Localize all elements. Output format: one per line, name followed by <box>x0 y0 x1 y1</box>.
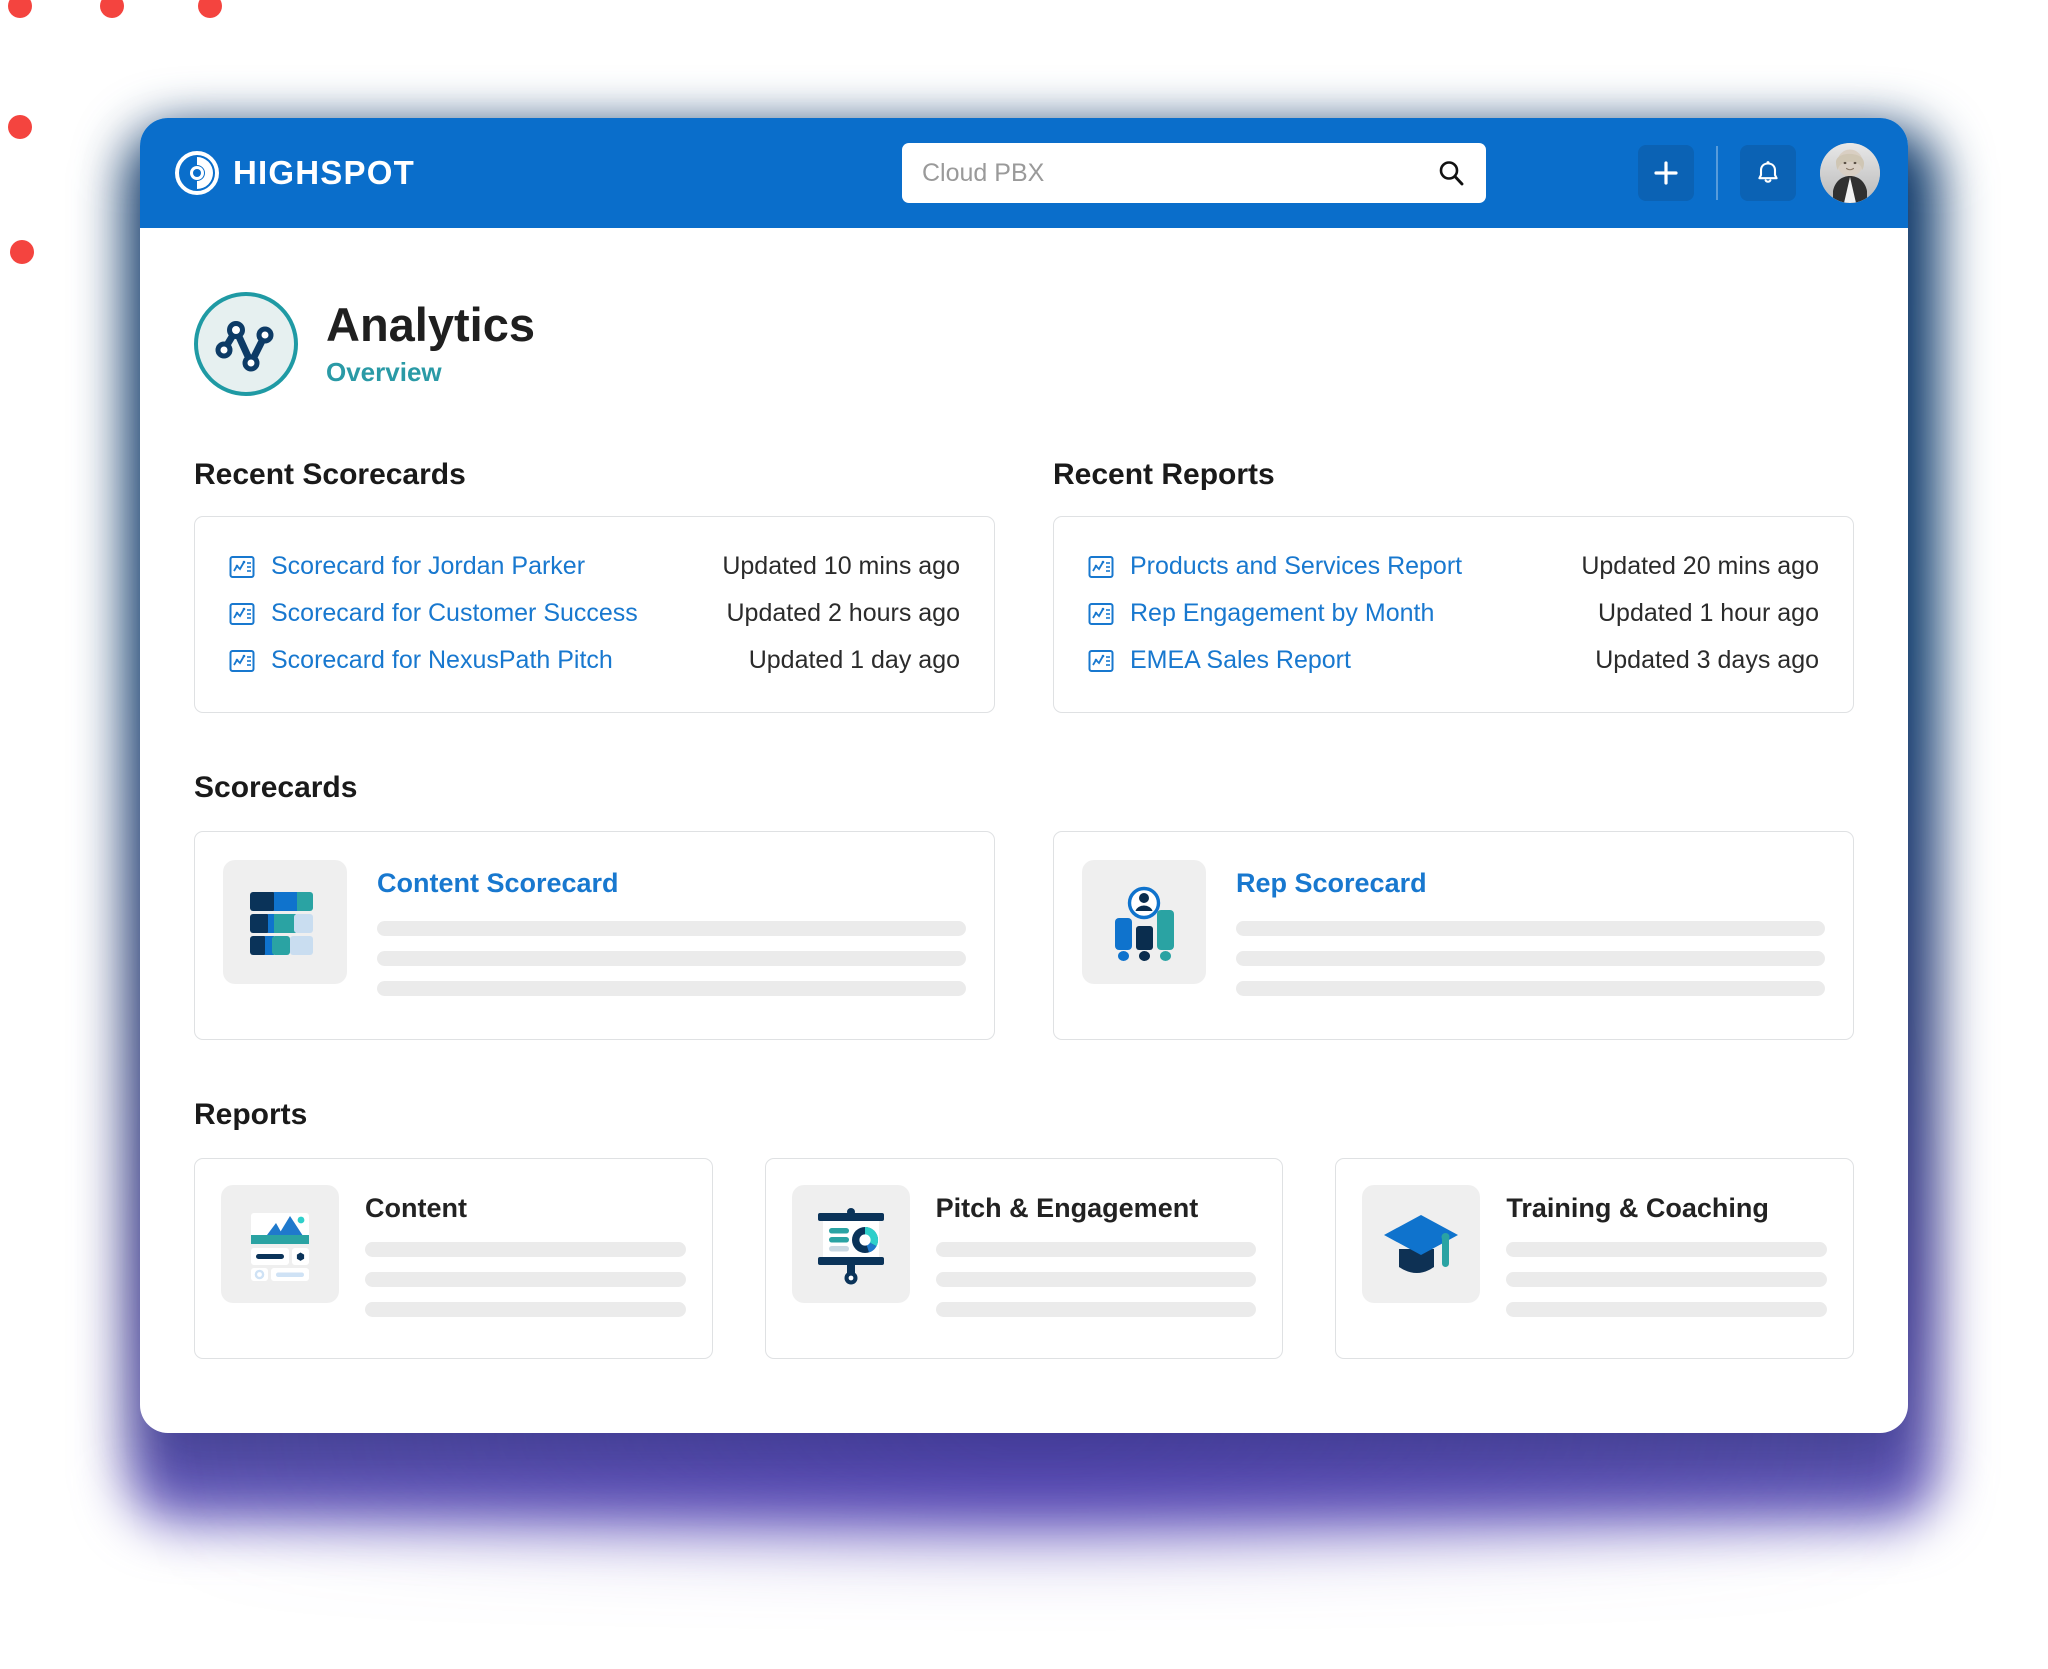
card-title: Content Scorecard <box>377 868 966 899</box>
app-window: HIGHSPOT <box>140 118 1908 1433</box>
card-content-scorecard[interactable]: Content Scorecard <box>194 831 995 1040</box>
list-item[interactable]: EMEA Sales Report Updated 3 days ago <box>1088 637 1819 684</box>
analytics-line-chart-icon <box>194 292 298 396</box>
list-item-link[interactable]: Scorecard for Customer Success <box>271 599 638 628</box>
page-subtitle: Overview <box>326 357 535 388</box>
page-title: Analytics <box>326 300 535 351</box>
decorative-dot <box>100 0 124 18</box>
top-navigation-bar: HIGHSPOT <box>140 118 1908 228</box>
placeholder-line <box>365 1302 686 1317</box>
placeholder-line <box>365 1242 686 1257</box>
scorecard-chart-icon <box>229 554 255 580</box>
scorecard-chart-icon <box>229 601 255 627</box>
card-title: Training & Coaching <box>1506 1193 1827 1224</box>
list-item-link[interactable]: Products and Services Report <box>1130 552 1462 581</box>
user-avatar[interactable] <box>1820 143 1880 203</box>
list-item[interactable]: Scorecard for NexusPath Pitch Updated 1 … <box>229 637 960 684</box>
list-item-meta: Updated 3 days ago <box>1595 646 1819 675</box>
placeholder-line <box>936 1302 1257 1317</box>
list-item[interactable]: Scorecard for Customer Success Updated 2… <box>229 590 960 637</box>
page-body: Analytics Overview Recent Scorecards <box>140 228 1908 1359</box>
recent-reports-section: Recent Reports <box>1053 458 1854 713</box>
card-training-coaching-report[interactable]: Training & Coaching <box>1335 1158 1854 1359</box>
stacked-bar-chart-icon <box>223 860 347 984</box>
reports-heading: Reports <box>194 1098 1854 1132</box>
placeholder-line <box>936 1242 1257 1257</box>
recent-scorecards-section: Recent Scorecards <box>194 458 995 713</box>
list-item[interactable]: Products and Services Report Updated 20 … <box>1088 543 1819 590</box>
scorecard-chart-icon <box>229 648 255 674</box>
placeholder-line <box>1506 1302 1827 1317</box>
placeholder-line <box>936 1272 1257 1287</box>
list-item-meta: Updated 1 hour ago <box>1598 599 1819 628</box>
decorative-dot <box>10 240 34 264</box>
scorecards-section: Scorecards <box>194 771 1854 1040</box>
list-item-meta: Updated 20 mins ago <box>1581 552 1819 581</box>
card-content-report[interactable]: Content <box>194 1158 713 1359</box>
placeholder-line <box>377 951 966 966</box>
placeholder-line <box>1506 1242 1827 1257</box>
report-chart-icon <box>1088 554 1114 580</box>
search-input[interactable] <box>922 159 1436 188</box>
graduation-cap-icon <box>1362 1185 1480 1303</box>
placeholder-line <box>1236 951 1825 966</box>
recent-reports-heading: Recent Reports <box>1053 458 1854 492</box>
content-image-document-icon <box>221 1185 339 1303</box>
list-item-meta: Updated 1 day ago <box>749 646 960 675</box>
placeholder-line <box>377 981 966 996</box>
card-pitch-engagement-report[interactable]: Pitch & Engagement <box>765 1158 1284 1359</box>
page-title-group: Analytics Overview <box>326 300 535 388</box>
placeholder-line <box>1236 921 1825 936</box>
reports-section: Reports <box>194 1098 1854 1359</box>
add-button[interactable] <box>1638 145 1694 201</box>
list-item[interactable]: Scorecard for Jordan Parker Updated 10 m… <box>229 543 960 590</box>
card-title: Rep Scorecard <box>1236 868 1825 899</box>
page-header: Analytics Overview <box>194 228 1854 396</box>
report-chart-icon <box>1088 648 1114 674</box>
topbar-actions <box>1638 143 1880 203</box>
card-title: Content <box>365 1193 686 1224</box>
brand-logo[interactable]: HIGHSPOT <box>174 150 415 196</box>
list-item[interactable]: Rep Engagement by Month Updated 1 hour a… <box>1088 590 1819 637</box>
recent-reports-panel: Products and Services Report Updated 20 … <box>1053 516 1854 713</box>
presentation-donut-chart-icon <box>792 1185 910 1303</box>
decorative-dot <box>8 0 32 18</box>
bell-icon <box>1753 158 1783 188</box>
brand-name: HIGHSPOT <box>233 154 415 192</box>
list-item-link[interactable]: Rep Engagement by Month <box>1130 599 1434 628</box>
placeholder-line <box>1236 981 1825 996</box>
search-icon[interactable] <box>1436 158 1466 188</box>
highspot-logo-icon <box>174 150 220 196</box>
topbar-divider <box>1716 146 1718 200</box>
list-item-link[interactable]: Scorecard for Jordan Parker <box>271 552 585 581</box>
list-item-link[interactable]: Scorecard for NexusPath Pitch <box>271 646 613 675</box>
global-search[interactable] <box>902 143 1486 203</box>
placeholder-line <box>1506 1272 1827 1287</box>
placeholder-line <box>377 921 966 936</box>
notifications-button[interactable] <box>1740 145 1796 201</box>
scorecards-heading: Scorecards <box>194 771 1854 805</box>
rep-bar-chart-person-icon <box>1082 860 1206 984</box>
decorative-dot <box>8 115 32 139</box>
list-item-meta: Updated 10 mins ago <box>722 552 960 581</box>
list-item-link[interactable]: EMEA Sales Report <box>1130 646 1351 675</box>
recent-sections: Recent Scorecards <box>194 458 1854 713</box>
list-item-meta: Updated 2 hours ago <box>726 599 960 628</box>
placeholder-line <box>365 1272 686 1287</box>
card-rep-scorecard[interactable]: Rep Scorecard <box>1053 831 1854 1040</box>
decorative-dot <box>198 0 222 18</box>
recent-scorecards-panel: Scorecard for Jordan Parker Updated 10 m… <box>194 516 995 713</box>
recent-scorecards-heading: Recent Scorecards <box>194 458 995 492</box>
report-chart-icon <box>1088 601 1114 627</box>
card-title: Pitch & Engagement <box>936 1193 1257 1224</box>
screenshot-stage: HIGHSPOT <box>0 0 2048 1669</box>
